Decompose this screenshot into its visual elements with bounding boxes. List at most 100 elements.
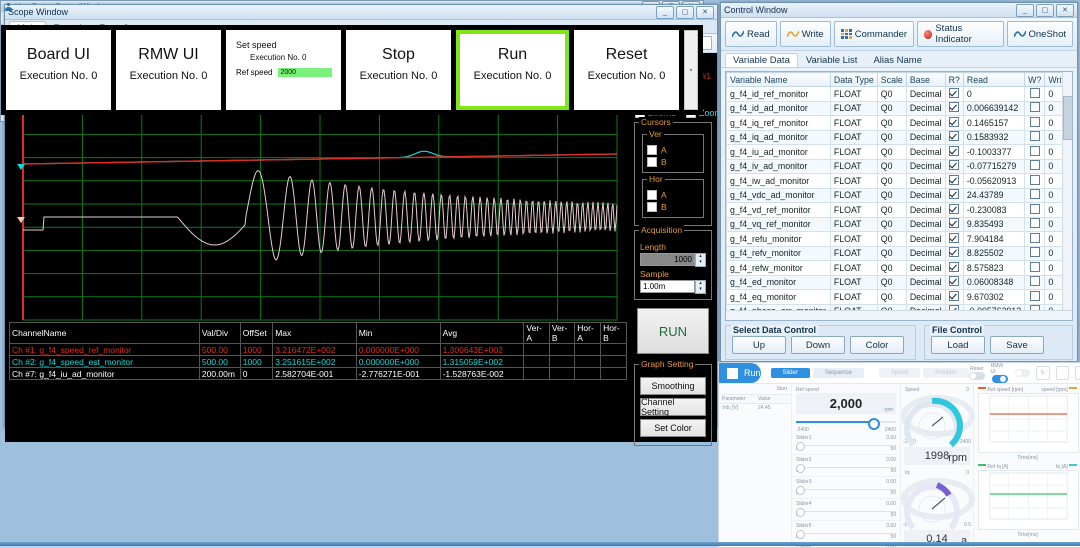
reset-toggle[interactable]: Reset xyxy=(968,366,985,380)
hor-cursor-a[interactable]: A xyxy=(647,190,699,200)
note-cell[interactable] xyxy=(1071,187,1072,203)
slider-track[interactable] xyxy=(796,442,896,451)
slider-row[interactable]: Slider10.00050 xyxy=(792,433,900,455)
tab-variable-data[interactable]: Variable Data xyxy=(725,53,798,67)
table-row[interactable]: g_f4_id_ref_monitor FLOAT Q0 Decimal 0 0 xyxy=(726,86,1072,102)
slider-row[interactable]: Slider50.00050 xyxy=(792,521,900,543)
ref-speed-input[interactable]: 2000 xyxy=(278,68,333,77)
book-icon[interactable] xyxy=(1055,366,1070,380)
write-button[interactable]: Write xyxy=(779,21,831,47)
variable-grid-hscrollbar[interactable] xyxy=(726,310,1072,320)
maximize-icon[interactable]: ▢ xyxy=(1036,3,1054,17)
write-checkbox-cell[interactable] xyxy=(1024,86,1046,102)
note-cell[interactable] xyxy=(1071,216,1072,232)
tab-slider[interactable]: Slider xyxy=(770,368,810,378)
read-checkbox-cell[interactable] xyxy=(944,260,964,276)
tab-sequence[interactable]: Sequence xyxy=(812,368,864,378)
read-checkbox-cell[interactable] xyxy=(944,187,964,203)
ver-cursor-a[interactable]: A xyxy=(647,145,699,155)
read-checkbox-cell[interactable] xyxy=(944,245,964,261)
run-button[interactable]: RUN xyxy=(637,308,709,354)
read-checkbox-cell[interactable] xyxy=(944,231,964,247)
table-row[interactable]: g_f4_refw_monitor FLOAT Q0 Decimal 8.575823 0 xyxy=(726,260,1072,276)
tab-alias-name[interactable]: Alias Name xyxy=(865,53,930,67)
file-save-button[interactable]: Save xyxy=(990,336,1044,354)
note-cell[interactable] xyxy=(1071,144,1072,160)
scope-plot[interactable] xyxy=(9,82,627,330)
write-checkbox-cell[interactable] xyxy=(1024,216,1046,232)
maximize-icon[interactable]: ▢ xyxy=(676,5,694,19)
minimize-icon[interactable]: _ xyxy=(656,5,674,19)
table-row[interactable]: g_f4_refu_monitor FLOAT Q0 Decimal 7.904184 0 xyxy=(726,231,1072,247)
hor-cursor-b[interactable]: B xyxy=(647,202,699,212)
read-checkbox-cell[interactable] xyxy=(944,86,964,102)
user-button-card[interactable]: Stop Execution No. 0 xyxy=(346,30,451,110)
read-checkbox-cell[interactable] xyxy=(944,216,964,232)
slider-row[interactable]: Slider20.00050 xyxy=(792,455,900,477)
slider-knob[interactable] xyxy=(796,464,805,473)
table-row[interactable]: g_f4_vq_ref_monitor FLOAT Q0 Decimal 9.83549… xyxy=(726,216,1072,232)
read-checkbox-cell[interactable] xyxy=(944,115,964,131)
user-button-card[interactable]: Run Execution No. 0 xyxy=(456,30,569,110)
minimize-icon[interactable]: _ xyxy=(1016,3,1034,17)
slider-track[interactable] xyxy=(796,508,896,517)
tab-position[interactable]: Position xyxy=(923,368,969,378)
user-button-card[interactable]: Reset Execution No. 0 xyxy=(574,30,679,110)
user-button-card[interactable]: Board UI Execution No. 0 xyxy=(6,30,111,110)
color-button[interactable]: Color xyxy=(850,336,904,354)
write-checkbox-cell[interactable] xyxy=(1024,129,1046,145)
variable-grid-vscrollbar[interactable] xyxy=(1062,72,1072,320)
note-cell[interactable] xyxy=(1071,202,1072,218)
read-checkbox-cell[interactable] xyxy=(944,100,964,116)
note-cell[interactable] xyxy=(1071,318,1072,320)
sample-stepper[interactable]: ▴ ▾ xyxy=(695,280,706,294)
write-checkbox-cell[interactable] xyxy=(1024,173,1046,189)
table-row[interactable]: g_f4_iu_ad_monitor FLOAT Q0 Decimal -0.10033… xyxy=(726,144,1072,160)
table-row[interactable]: g_f4_vd_ref_monitor FLOAT Q0 Decimal -0.2300… xyxy=(726,202,1072,218)
write-checkbox-cell[interactable] xyxy=(1024,274,1046,290)
close-icon[interactable]: ✕ xyxy=(1056,3,1074,17)
ref-speed-slider[interactable] xyxy=(796,417,896,430)
table-row[interactable]: g_f4_iw_ad_monitor FLOAT Q0 Decimal -0.05620… xyxy=(726,173,1072,189)
scroll-thumb[interactable] xyxy=(1063,96,1072,140)
note-cell[interactable] xyxy=(1071,260,1072,276)
down-button[interactable]: Down xyxy=(791,336,845,354)
user-window-scrollbar[interactable]: ▪ xyxy=(684,30,698,110)
note-cell[interactable] xyxy=(1071,158,1072,174)
table-row[interactable]: g_f4_id_ad_monitor FLOAT Q0 Decimal 0.006639… xyxy=(726,100,1072,116)
write-checkbox-cell[interactable] xyxy=(1024,144,1046,160)
slider-track[interactable] xyxy=(796,530,896,539)
smoothing-button[interactable]: Smoothing xyxy=(640,377,706,395)
read-checkbox-cell[interactable] xyxy=(944,144,964,160)
note-cell[interactable] xyxy=(1071,274,1072,290)
note-cell[interactable] xyxy=(1071,289,1072,305)
read-checkbox-cell[interactable] xyxy=(944,129,964,145)
table-row[interactable]: Ch #7: g_f4_iu_ad_monitor 200.00m 0 2.58270… xyxy=(9,367,627,380)
write-checkbox-cell[interactable] xyxy=(1024,115,1046,131)
note-cell[interactable] xyxy=(1071,245,1072,261)
slider-knob[interactable] xyxy=(796,486,805,495)
slider-track[interactable] xyxy=(796,486,896,495)
length-input[interactable]: 1000 xyxy=(640,253,695,266)
slider-row[interactable]: Slider40.00050 xyxy=(792,499,900,521)
up-button[interactable]: Up xyxy=(732,336,786,354)
table-row[interactable]: g_f4_iq_ad_monitor FLOAT Q0 Decimal 0.158393… xyxy=(726,129,1072,145)
note-cell[interactable] xyxy=(1071,173,1072,189)
read-checkbox-cell[interactable] xyxy=(944,202,964,218)
table-row[interactable]: g_f4_ed_monitor FLOAT Q0 Decimal 0.06008348 0 xyxy=(726,274,1072,290)
slider-knob[interactable] xyxy=(796,530,805,539)
commander-button[interactable]: Commander xyxy=(833,21,914,47)
read-checkbox-cell[interactable] xyxy=(944,173,964,189)
note-cell[interactable] xyxy=(1071,303,1072,319)
set-color-button[interactable]: Set Color xyxy=(640,419,706,437)
table-row[interactable]: g_f4_iq_ref_monitor FLOAT Q0 Decimal 0.14651… xyxy=(726,115,1072,131)
note-cell[interactable] xyxy=(1071,86,1072,102)
tab-speed[interactable]: Speed xyxy=(878,368,921,378)
read-checkbox-cell[interactable] xyxy=(944,274,964,290)
user-button-card[interactable]: RMW UI Execution No. 0 xyxy=(116,30,221,110)
slider-row[interactable]: Slider30.00050 xyxy=(792,477,900,499)
bgapp-run-button[interactable]: Run xyxy=(719,363,761,383)
slider-knob[interactable] xyxy=(796,442,805,451)
slider-knob[interactable] xyxy=(796,508,805,517)
write-checkbox-cell[interactable] xyxy=(1024,245,1046,261)
